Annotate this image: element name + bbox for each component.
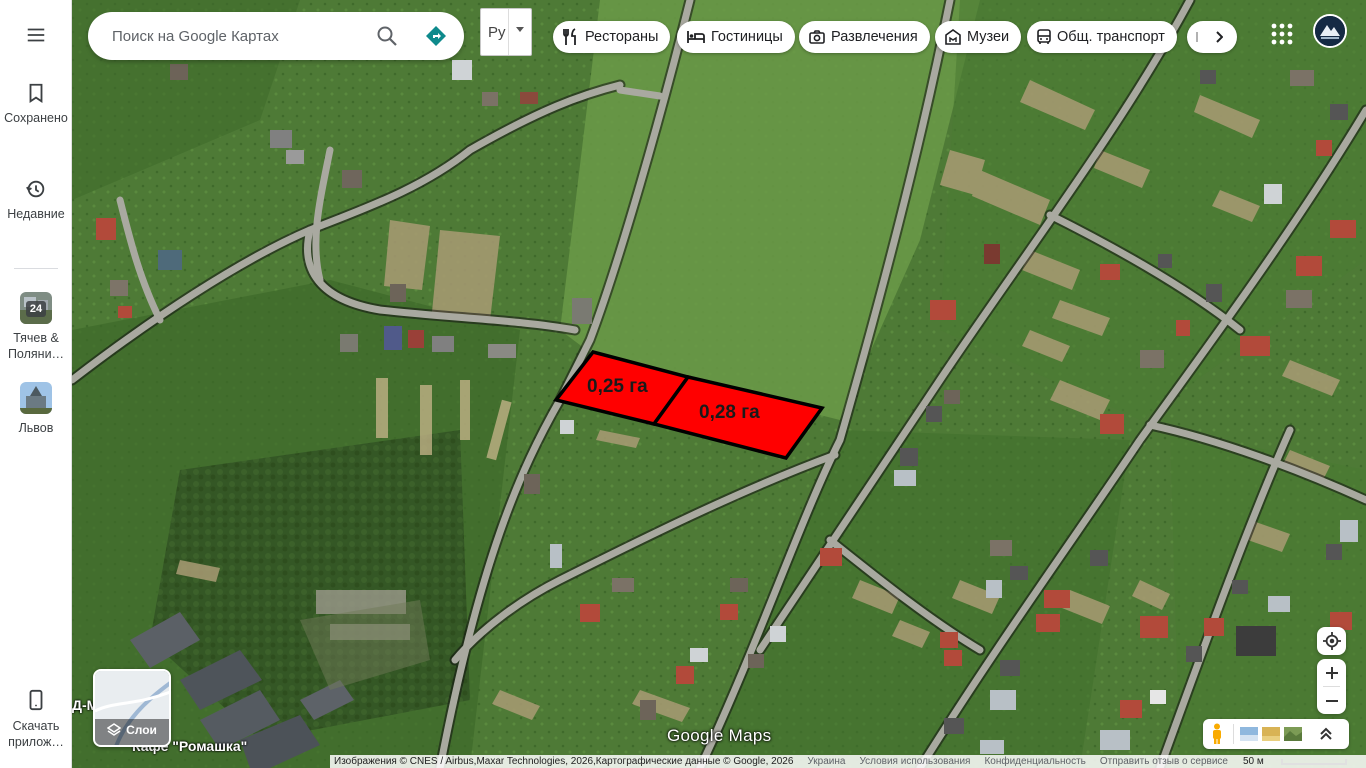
chip-label: Рестораны: [585, 29, 659, 45]
zoom-out-button[interactable]: [1317, 687, 1346, 714]
download-label: Скачать прилож…: [8, 719, 64, 749]
layer-thumb-icon[interactable]: [1262, 727, 1280, 741]
terms-link[interactable]: Условия использования: [859, 756, 970, 767]
layers-icon: [107, 723, 122, 736]
parcel-label-028: 0,28 га: [699, 402, 760, 423]
chevron-down-icon: [516, 27, 524, 32]
scale-label[interactable]: 50 м: [1243, 756, 1264, 767]
chevron-right-icon: [1196, 31, 1223, 43]
photo-count-badge: 24: [26, 301, 46, 317]
layers-button[interactable]: Слои: [93, 669, 171, 747]
privacy-link[interactable]: Конфиденциальность: [984, 756, 1085, 767]
layers-label: Слои: [126, 723, 157, 737]
parcel-label-025: 0,25 га: [587, 376, 648, 397]
camera-icon: [809, 30, 825, 44]
place-label: Львов: [18, 421, 54, 435]
bus-icon: [1037, 29, 1051, 44]
left-rail: Сохранено Недавние 24 Тячев & Поляни… Ль…: [0, 0, 72, 768]
saved-button[interactable]: Сохранено: [0, 82, 72, 126]
recent-label: Недавние: [7, 207, 65, 221]
fork-knife-icon: [563, 28, 576, 45]
bed-icon: [687, 31, 705, 43]
chip-restaurants[interactable]: Рестораны: [553, 21, 671, 53]
chip-transit[interactable]: Общ. транспорт: [1027, 21, 1177, 53]
street-view-strip: [1203, 719, 1349, 749]
layers-label-wrap: Слои: [95, 723, 169, 737]
chip-entertainment[interactable]: Развлечения: [799, 21, 930, 53]
place-thumbnail: [20, 382, 52, 414]
chevron-up-double-icon[interactable]: [1320, 727, 1332, 741]
chip-label: Музеи: [967, 29, 1010, 45]
menu-button[interactable]: [0, 24, 72, 46]
account-avatar[interactable]: [1313, 14, 1347, 48]
satellite-map[interactable]: [72, 0, 1366, 768]
select-divider: [508, 9, 509, 55]
search-box: [88, 12, 464, 60]
rail-divider: [14, 268, 58, 269]
chips-next-button[interactable]: [1187, 21, 1237, 53]
layer-thumb-icon[interactable]: [1240, 727, 1258, 741]
chip-hotels[interactable]: Гостиницы: [677, 21, 795, 53]
minus-icon: [1325, 699, 1338, 702]
zoom-in-button[interactable]: [1317, 659, 1346, 686]
google-maps-logo: Google Maps: [667, 726, 772, 745]
my-location-button[interactable]: [1317, 627, 1346, 655]
location-crosshair-icon: [1322, 632, 1341, 650]
footer-bar: Изображения © CNES / Airbus,Maxar Techno…: [330, 755, 1366, 768]
chip-museums[interactable]: Музеи: [935, 21, 1022, 53]
directions-icon[interactable]: [424, 24, 448, 48]
map-imagery[interactable]: [72, 0, 1366, 768]
place-thumbnail: 24: [20, 292, 52, 324]
recent-place-lviv[interactable]: Львов: [0, 382, 72, 436]
pegman-icon[interactable]: [1211, 723, 1223, 745]
attribution-text: Изображения © CNES / Airbus,Maxar Techno…: [334, 756, 794, 767]
layer-thumb-icon[interactable]: [1284, 727, 1302, 741]
museum-icon: [945, 29, 961, 45]
bookmark-icon: [29, 83, 43, 103]
download-app-button[interactable]: Скачать прилож…: [0, 688, 72, 750]
chip-label: Развлечения: [831, 29, 918, 45]
saved-label: Сохранено: [4, 111, 68, 125]
search-input[interactable]: [112, 27, 362, 45]
language-value: Ру: [488, 23, 506, 41]
place-label: Тячев & Поляни…: [7, 331, 65, 361]
search-icon[interactable]: [375, 24, 399, 48]
plus-icon: [1325, 666, 1338, 679]
chip-label: Гостиницы: [711, 29, 783, 45]
apps-grid-icon[interactable]: [1268, 20, 1296, 48]
chip-label: Общ. транспорт: [1057, 29, 1165, 45]
country-link[interactable]: Украина: [807, 756, 845, 767]
phone-icon: [29, 689, 43, 711]
recent-place-tyachiv[interactable]: 24 Тячев & Поляни…: [0, 292, 72, 362]
history-icon: [26, 180, 45, 198]
recent-button[interactable]: Недавние: [0, 178, 72, 222]
zoom-controls: [1317, 659, 1346, 714]
language-select[interactable]: Ру: [480, 8, 532, 56]
hamburger-icon: [27, 28, 45, 42]
feedback-link[interactable]: Отправить отзыв о сервисе: [1100, 756, 1228, 767]
